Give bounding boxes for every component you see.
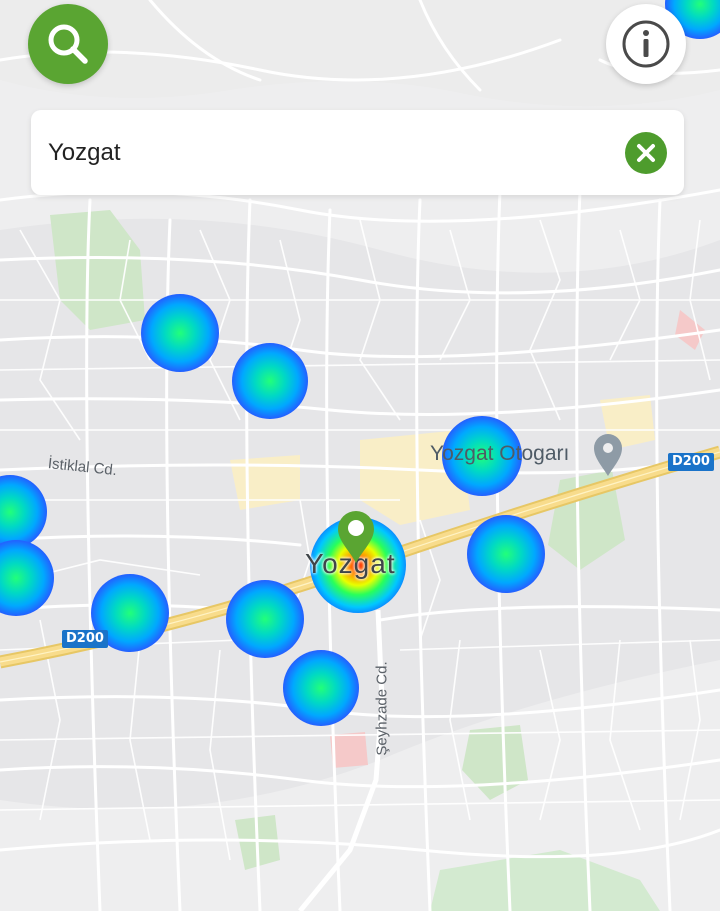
search-button[interactable] [28,4,108,84]
info-icon [622,20,670,68]
search-bar: Yozgat [31,110,684,195]
search-icon [48,24,88,64]
street-label-seyhzade: Şeyhzade Cd. [373,661,391,756]
map-pin-icon[interactable] [334,507,378,565]
close-icon [637,144,655,162]
poi-label[interactable]: Yozgat Otogarı [430,442,569,466]
highway-shield: D200 [62,630,108,648]
search-input[interactable]: Yozgat [48,110,121,195]
clear-search-button[interactable] [625,132,667,174]
highway-shield: D200 [668,453,714,471]
info-button[interactable] [606,4,686,84]
